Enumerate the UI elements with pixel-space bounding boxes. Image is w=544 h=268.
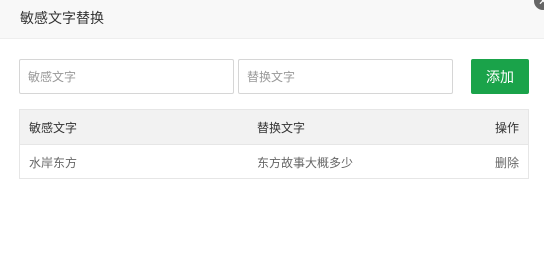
table-header-row: 敏感文字 替换文字 操作 <box>20 110 528 145</box>
replacement-table: 敏感文字 替换文字 操作 水岸东方 东方故事大概多少 删除 <box>19 109 529 179</box>
column-header-replacement: 替换文字 <box>257 120 306 135</box>
add-button[interactable]: 添加 <box>471 59 529 94</box>
dialog-title: 敏感文字替换 <box>20 11 104 27</box>
dialog-header: 敏感文字替换 <box>0 0 544 39</box>
replacement-word-input[interactable] <box>238 59 453 94</box>
table-row: 水岸东方 东方故事大概多少 删除 <box>20 145 528 180</box>
cell-sensitive-word: 水岸东方 <box>29 156 78 170</box>
sensitive-word-input[interactable] <box>19 59 234 94</box>
cell-replacement-word: 东方故事大概多少 <box>257 156 354 170</box>
column-header-sensitive: 敏感文字 <box>29 120 78 135</box>
delete-link[interactable]: 删除 <box>495 145 519 180</box>
column-header-action: 操作 <box>494 120 519 135</box>
